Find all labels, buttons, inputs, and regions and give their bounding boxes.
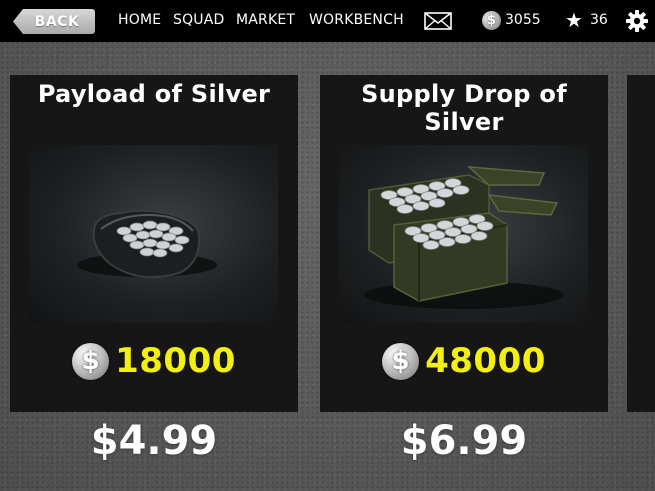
silver-crate-image [339, 145, 588, 323]
back-button[interactable]: BACK [13, 9, 95, 34]
coin-icon: $ [72, 342, 110, 380]
silver-amount: 18000 [115, 341, 236, 381]
nav-squad[interactable]: SQUAD [173, 12, 225, 28]
product-title: Payload of Silver [37, 80, 271, 108]
nav-market[interactable]: MARKET [236, 12, 295, 28]
nav-home[interactable]: HOME [118, 12, 161, 28]
buy-price-button[interactable]: $6.99 [320, 418, 608, 464]
product-title: Supply Drop of Silver [361, 80, 567, 136]
silver-pouch-image [29, 145, 278, 323]
coin-icon: $ [482, 11, 501, 30]
buy-price-button[interactable]: $4.99 [10, 418, 298, 464]
silver-price-row: $ 48000 [320, 341, 608, 381]
product-card-partial[interactable] [627, 75, 655, 412]
coin-balance: 3055 [505, 12, 541, 28]
silver-price-row: $ 18000 [10, 341, 298, 381]
silver-amount: 48000 [425, 341, 546, 381]
nav-workbench[interactable]: WORKBENCH [309, 12, 404, 28]
star-count: 36 [590, 12, 608, 28]
mail-icon[interactable] [424, 12, 452, 30]
gear-icon[interactable] [625, 9, 649, 33]
product-card[interactable]: Supply Drop of Silver $ 48000 [320, 75, 608, 412]
product-card[interactable]: Payload of Silver $ 18000 [10, 75, 298, 412]
coin-icon: $ [382, 342, 420, 380]
star-icon: ★ [565, 8, 583, 32]
top-bar: BACK HOME SQUAD MARKET WORKBENCH $ 3055 … [0, 0, 655, 42]
